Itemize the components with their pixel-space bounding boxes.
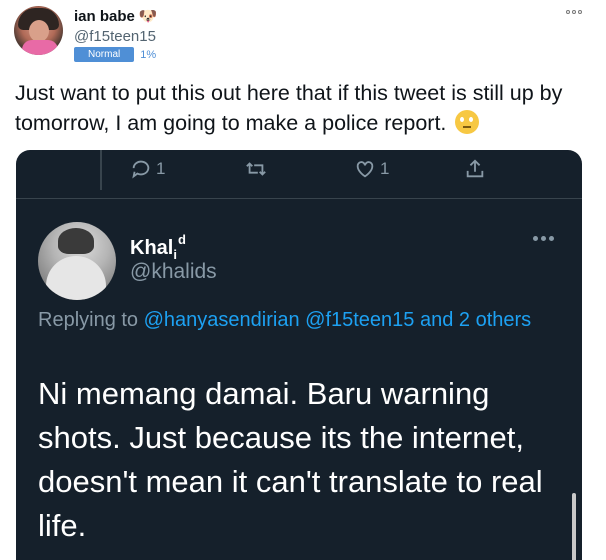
embedded-screenshot[interactable]: 1 1 Khalid @khalids Replying to @hanyase… (16, 150, 582, 560)
replier-avatar[interactable] (38, 222, 116, 300)
like-action[interactable]: 1 (354, 158, 389, 180)
replier-name-main: Khal (130, 237, 174, 259)
replying-to: Replying to @hanyasendirian @f15teen15 a… (38, 305, 558, 336)
like-icon (356, 161, 374, 178)
replying-links[interactable]: @hanyasendirian @f15teen15 and 2 others (144, 309, 532, 331)
author-avatar[interactable] (14, 6, 63, 55)
reply-action[interactable]: 1 (130, 158, 165, 180)
like-count: 1 (380, 159, 390, 178)
reply-icon (132, 160, 150, 179)
author-name[interactable]: ian babe 🐶 (74, 8, 158, 25)
divider (16, 198, 582, 199)
status-badge: Normal (74, 47, 135, 62)
reply-count: 1 (156, 159, 166, 178)
badge-row: Normal 1% (74, 47, 156, 62)
author-handle[interactable]: @f15teen15 (74, 28, 156, 45)
percent-label: 1% (140, 48, 157, 61)
share-icon (466, 159, 484, 178)
replying-prefix: Replying to (38, 309, 139, 331)
reply-text: Ni memang damai. Baru warning shots. Jus… (38, 376, 543, 543)
tweet-body: Just want to put this out here that if t… (15, 81, 563, 135)
dog-face-icon: 🐶 (138, 8, 158, 25)
replier-name-sup: d (177, 232, 186, 247)
more-options-icon[interactable] (533, 236, 554, 241)
action-bar: 1 1 (16, 158, 582, 188)
replier-name[interactable]: Khalid (130, 232, 186, 262)
share-action[interactable] (464, 158, 486, 180)
retweet-icon (246, 162, 266, 176)
scrollbar[interactable] (572, 493, 576, 560)
replier-handle[interactable]: @khalids (130, 260, 217, 284)
more-options-icon[interactable] (566, 10, 582, 14)
rolling-eyes-face-icon (455, 110, 480, 134)
author-display-name: ian babe (74, 8, 135, 25)
retweet-action[interactable] (244, 158, 268, 180)
tweet-text: Just want to put this out here that if t… (15, 78, 595, 138)
